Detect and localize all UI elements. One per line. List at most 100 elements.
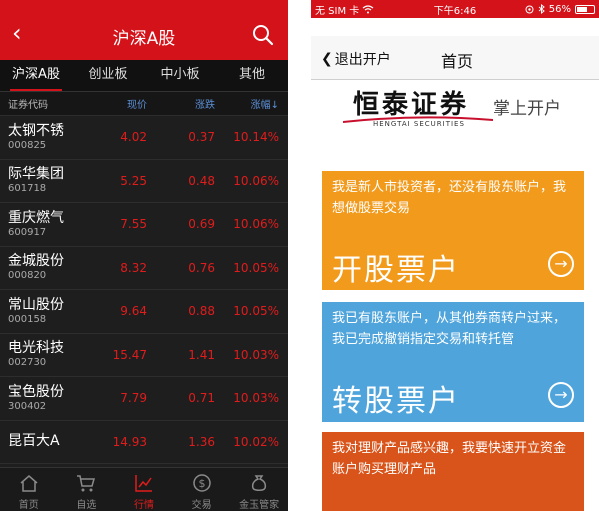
column-price[interactable]: 现价	[110, 96, 147, 111]
stock-pct: 10.05%	[233, 304, 279, 319]
stock-cell: 际华集团 601718	[0, 166, 100, 195]
stock-price: 7.79	[120, 391, 147, 406]
tabbar-label: 首页	[18, 500, 39, 511]
table-row[interactable]: 际华集团 601718 5.25 0.48 10.06%	[0, 160, 288, 203]
tab-other[interactable]: 其他	[216, 60, 288, 91]
arrow-right-icon[interactable]: →	[548, 382, 574, 408]
stock-name: 常山股份	[8, 296, 64, 313]
stock-pct: 10.05%	[233, 260, 279, 275]
table-row[interactable]: 金城股份 000820 8.32 0.76 10.05%	[0, 247, 288, 290]
tabbar-home[interactable]: 首页	[0, 468, 58, 511]
market-tabs: 沪深A股 创业板 中小板 其他	[0, 60, 288, 92]
stock-change: 0.71	[188, 391, 215, 406]
stock-price: 4.02	[120, 130, 147, 145]
column-pct[interactable]: 涨幅↓	[215, 96, 283, 111]
tabbar-market[interactable]: 行情	[115, 468, 173, 511]
stock-name: 电光科技	[8, 340, 64, 357]
stock-name: 际华集团	[8, 166, 64, 183]
stock-code: 002730	[8, 357, 47, 369]
column-code[interactable]: 证券代码	[0, 96, 110, 111]
tabbar-label: 自选	[76, 500, 97, 511]
stock-code: 000158	[8, 313, 47, 325]
tabbar-label: 行情	[133, 500, 154, 511]
stock-code: 000820	[8, 270, 47, 282]
page-title: 沪深A股	[112, 29, 176, 49]
stock-code: 601718	[8, 183, 47, 195]
tabbar-label: 金玉管家	[239, 500, 280, 511]
stock-price: 7.55	[120, 217, 147, 232]
cart-icon	[77, 475, 96, 492]
tab-sme[interactable]: 中小板	[144, 60, 216, 91]
tab-gem[interactable]: 创业板	[72, 60, 144, 91]
stock-cell: 重庆燃气 600917	[0, 210, 100, 239]
stock-change: 1.36	[188, 434, 215, 449]
stock-cell: 太钢不锈 000825	[0, 123, 100, 152]
stock-name: 金城股份	[8, 253, 64, 270]
trend-icon	[135, 475, 152, 492]
tagline: 掌上开户	[493, 99, 561, 119]
stock-price: 8.32	[120, 260, 147, 275]
tabbar-butler[interactable]: 金玉管家	[230, 468, 288, 511]
page-title: 首页	[441, 52, 474, 71]
stock-change: 0.69	[188, 217, 215, 232]
bottom-tab-bar: 首页 自选 行情 $ 交易 金玉管家	[0, 467, 288, 511]
stock-name: 昆百大A	[8, 433, 60, 450]
stock-code: 300402	[8, 400, 47, 412]
nav-bar: ‹ 沪深A股	[0, 10, 288, 60]
status-time: 下午6:46	[433, 5, 477, 17]
tab-sh-sz-a[interactable]: 沪深A股	[0, 60, 72, 91]
stock-code: 600917	[8, 226, 47, 238]
stock-name: 宝色股份	[8, 383, 64, 400]
table-row[interactable]: 常山股份 000158 9.64 0.88 10.05%	[0, 290, 288, 334]
company-logo-subtitle: HENGTAI SECURITIES	[373, 120, 465, 128]
stock-price: 15.47	[112, 347, 147, 362]
chevron-left-icon: ❮	[321, 51, 333, 67]
open-account-card[interactable]: 我是新人市投资者，还没有股东账户，我想做股票交易 开股票户 →	[322, 171, 584, 290]
stock-price: 9.64	[120, 304, 147, 319]
tabbar-label: 交易	[191, 500, 212, 511]
card-description: 我对理财产品感兴趣，我要快速开立资金账户购买理财产品	[332, 441, 567, 477]
table-row[interactable]: 昆百大A 14.93 1.36 10.02%	[0, 421, 288, 464]
search-icon[interactable]	[252, 24, 274, 46]
tabbar-trade[interactable]: $ 交易	[173, 468, 231, 511]
stock-name: 重庆燃气	[8, 209, 64, 226]
transfer-account-card[interactable]: 我已有股东账户，从其他券商转户过来，我已完成撤销指定交易和转托管 转股票户 →	[322, 302, 584, 422]
stock-pct: 10.03%	[233, 347, 279, 362]
card-description: 我是新人市投资者，还没有股东账户，我想做股票交易	[332, 180, 567, 216]
brand-header: 恒泰证券 HENGTAI SECURITIES 掌上开户	[311, 80, 599, 166]
home-icon	[20, 475, 38, 492]
stock-pct: 10.14%	[233, 130, 279, 145]
status-bar	[0, 0, 288, 10]
table-header: 证券代码 现价 涨跌 涨幅↓	[0, 92, 288, 116]
exit-label: 退出开户	[334, 52, 391, 68]
stock-change: 1.41	[188, 347, 215, 362]
stock-pct: 10.06%	[233, 217, 279, 232]
card-title: 开股票户	[332, 253, 460, 288]
nav-bar: ❮ 退出开户 首页	[311, 36, 599, 80]
moneybag-icon	[252, 475, 267, 491]
table-row[interactable]: 重庆燃气 600917 7.55 0.69 10.06%	[0, 203, 288, 247]
fund-account-card[interactable]: 我对理财产品感兴趣，我要快速开立资金账户购买理财产品	[322, 432, 584, 511]
stock-cell: 金城股份 000820	[0, 253, 100, 282]
card-description: 我已有股东账户，从其他券商转户过来，我已完成撤销指定交易和转托管	[332, 311, 567, 347]
stock-cell: 昆百大A	[0, 433, 100, 450]
stock-price: 14.93	[112, 434, 147, 449]
column-change[interactable]: 涨跌	[147, 96, 215, 111]
stock-table: 太钢不锈 000825 4.02 0.37 10.14% 际华集团 601718…	[0, 116, 288, 464]
stock-cell: 常山股份 000158	[0, 297, 100, 326]
stock-change: 0.88	[188, 304, 215, 319]
stock-change: 0.48	[188, 173, 215, 188]
table-row[interactable]: 太钢不锈 000825 4.02 0.37 10.14%	[0, 116, 288, 160]
stock-pct: 10.03%	[233, 391, 279, 406]
stock-price: 5.25	[120, 173, 147, 188]
stock-pct: 10.02%	[233, 434, 279, 449]
stock-name: 太钢不锈	[8, 122, 64, 139]
battery-icon	[575, 4, 595, 14]
exit-button[interactable]: ❮ 退出开户	[321, 49, 391, 69]
table-row[interactable]: 宝色股份 300402 7.79 0.71 10.03%	[0, 377, 288, 421]
tabbar-watchlist[interactable]: 自选	[58, 468, 116, 511]
stock-list-screen: ‹ 沪深A股 沪深A股 创业板 中小板 其他 证券代码 现价 涨跌 涨幅↓ 太钢…	[0, 0, 288, 511]
table-row[interactable]: 电光科技 002730 15.47 1.41 10.03%	[0, 334, 288, 377]
stock-cell: 宝色股份 300402	[0, 384, 100, 413]
arrow-right-icon[interactable]: →	[548, 251, 574, 277]
